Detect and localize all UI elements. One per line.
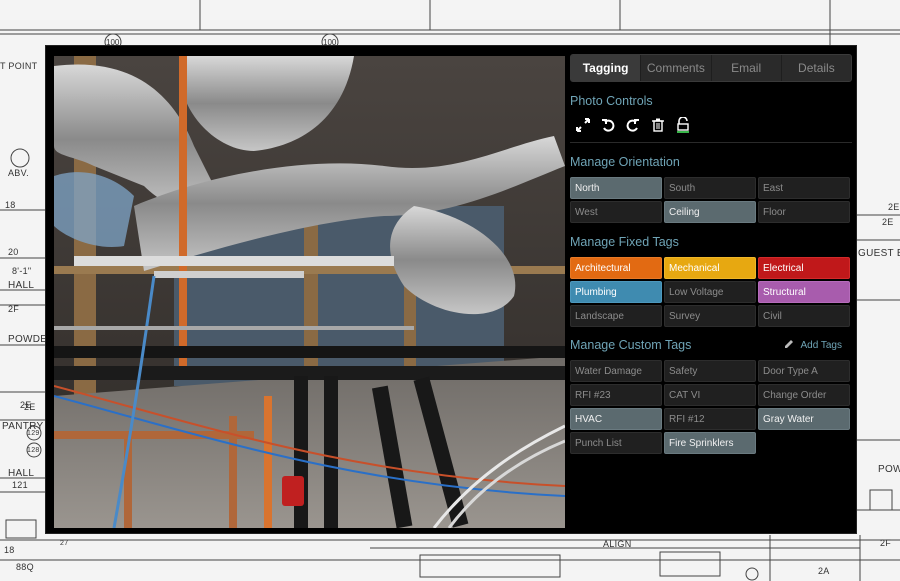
site-photo-image [54,56,565,528]
photo-controls-title: Photo Controls [570,94,653,108]
blueprint-label: 129 [27,430,40,437]
blueprint-label: POWDE [8,334,48,345]
pencil-icon [784,339,794,352]
custom-tag-safety[interactable]: Safety [664,360,756,382]
blueprint-label: ALIGN [603,539,632,549]
fullscreen-icon[interactable] [576,118,590,132]
custom-tags-header: Manage Custom Tags Add Tags [570,336,852,354]
blueprint-label: POW [878,464,900,475]
custom-tag-water-damage[interactable]: Water Damage [570,360,662,382]
custom-tag-punch-list[interactable]: Punch List [570,432,662,454]
blueprint-label: 2F [880,538,892,548]
site-photo[interactable] [54,56,565,528]
tag-electrical[interactable]: Electrical [758,257,850,279]
orientation-floor[interactable]: Floor [758,201,850,223]
tag-plumbing[interactable]: Plumbing [570,281,662,303]
tag-landscape[interactable]: Landscape [570,305,662,327]
photo-controls [570,116,852,134]
blueprint-label: 18 [4,545,15,555]
fixed-tags-title: Manage Fixed Tags [570,235,679,249]
orientation-south[interactable]: South [664,177,756,199]
blueprint-label: 2E [888,202,900,212]
tab-bar: Tagging Comments Email Details [570,54,852,82]
blueprint-label: 2E [24,402,36,412]
tab-tagging[interactable]: Tagging [571,55,642,81]
blueprint-label: 88Q [16,562,34,572]
custom-tag-hvac[interactable]: HVAC [570,408,662,430]
tag-mechanical[interactable]: Mechanical [664,257,756,279]
tag-survey[interactable]: Survey [664,305,756,327]
tab-email[interactable]: Email [711,55,782,81]
blueprint-label: 20 [8,247,19,257]
custom-tags-title: Manage Custom Tags [570,338,692,352]
orientation-grid: North South East West Ceiling Floor [570,177,852,223]
custom-tag-door-type-a[interactable]: Door Type A [758,360,850,382]
rotate-right-icon[interactable] [626,118,640,132]
blueprint-label: HALL [8,280,35,291]
add-tags-label: Add Tags [800,339,842,351]
custom-tag-gray-water[interactable]: Gray Water [758,408,850,430]
blueprint-label: HALL [8,468,35,479]
tab-details[interactable]: Details [781,55,851,81]
orientation-ceiling[interactable]: Ceiling [664,201,756,223]
custom-tag-cat-vi[interactable]: CAT VI [664,384,756,406]
blueprint-label: GUEST B [858,248,900,259]
blueprint-label: 2A [818,566,830,576]
orientation-west[interactable]: West [570,201,662,223]
unlock-icon[interactable] [676,117,690,133]
tag-architectural[interactable]: Architectural [570,257,662,279]
blueprint-label: 27 [60,540,69,547]
add-tags-button[interactable]: Add Tags [784,339,852,352]
custom-tag-fire-sprinklers[interactable]: Fire Sprinklers [664,432,756,454]
rotate-left-icon[interactable] [601,118,615,132]
orientation-north[interactable]: North [570,177,662,199]
blueprint-label: 18 [5,200,16,210]
custom-tags-grid: Water Damage Safety Door Type A RFI #23 … [570,360,852,454]
blueprint-label: 121 [12,480,28,490]
blueprint-label: 2E [882,217,894,227]
fixed-tags-grid: Architectural Mechanical Electrical Plum… [570,257,852,327]
custom-tag-change-order[interactable]: Change Order [758,384,850,406]
tag-civil[interactable]: Civil [758,305,850,327]
section-divider [570,142,852,143]
blueprint-label: T POINT [0,61,38,71]
tag-structural[interactable]: Structural [758,281,850,303]
tab-comments[interactable]: Comments [641,55,712,81]
custom-tag-rfi-12[interactable]: RFI #12 [664,408,756,430]
blueprint-label: 2F [8,304,20,314]
orientation-east[interactable]: East [758,177,850,199]
orientation-title: Manage Orientation [570,155,680,169]
blueprint-label: ABV. [8,168,29,178]
tag-low-voltage[interactable]: Low Voltage [664,281,756,303]
blueprint-label: 8'-1" [12,266,32,276]
custom-tag-rfi-23[interactable]: RFI #23 [570,384,662,406]
tagging-panel: Tagging Comments Email Details Photo Con… [570,54,852,528]
photo-tagging-modal: Tagging Comments Email Details Photo Con… [45,45,857,534]
trash-icon[interactable] [651,118,665,132]
blueprint-label: 128 [27,447,40,454]
